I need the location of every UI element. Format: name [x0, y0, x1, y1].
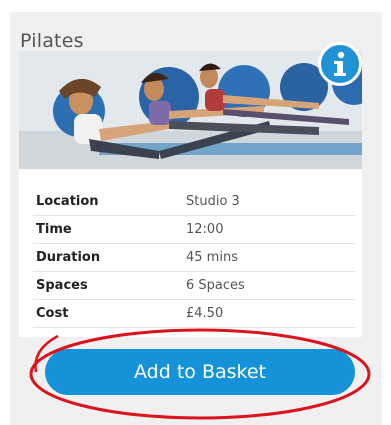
class-details-table: Location Studio 3 Time 12:00 Duration 45… — [33, 188, 356, 328]
detail-value: £4.50 — [186, 299, 356, 328]
detail-value: 45 mins — [186, 243, 356, 272]
detail-row-location: Location Studio 3 — [33, 188, 356, 216]
detail-value: 12:00 — [186, 215, 356, 244]
detail-label: Time — [33, 215, 186, 244]
detail-label: Cost — [33, 299, 186, 328]
detail-row-duration: Duration 45 mins — [33, 243, 356, 272]
pilates-photo-illustration — [19, 51, 362, 169]
detail-row-time: Time 12:00 — [33, 215, 356, 244]
detail-value: 6 Spaces — [186, 271, 356, 300]
detail-value: Studio 3 — [186, 188, 356, 216]
detail-row-cost: Cost £4.50 — [33, 299, 356, 328]
detail-row-spaces: Spaces 6 Spaces — [33, 271, 356, 300]
info-icon[interactable] — [318, 42, 362, 86]
class-title: Pilates — [20, 30, 84, 52]
pilates-class-image — [19, 51, 362, 169]
detail-label: Location — [33, 188, 186, 216]
add-to-basket-button[interactable]: Add to Basket — [45, 349, 355, 395]
info-glyph — [334, 51, 346, 76]
detail-label: Duration — [33, 243, 186, 272]
detail-label: Spaces — [33, 271, 186, 300]
